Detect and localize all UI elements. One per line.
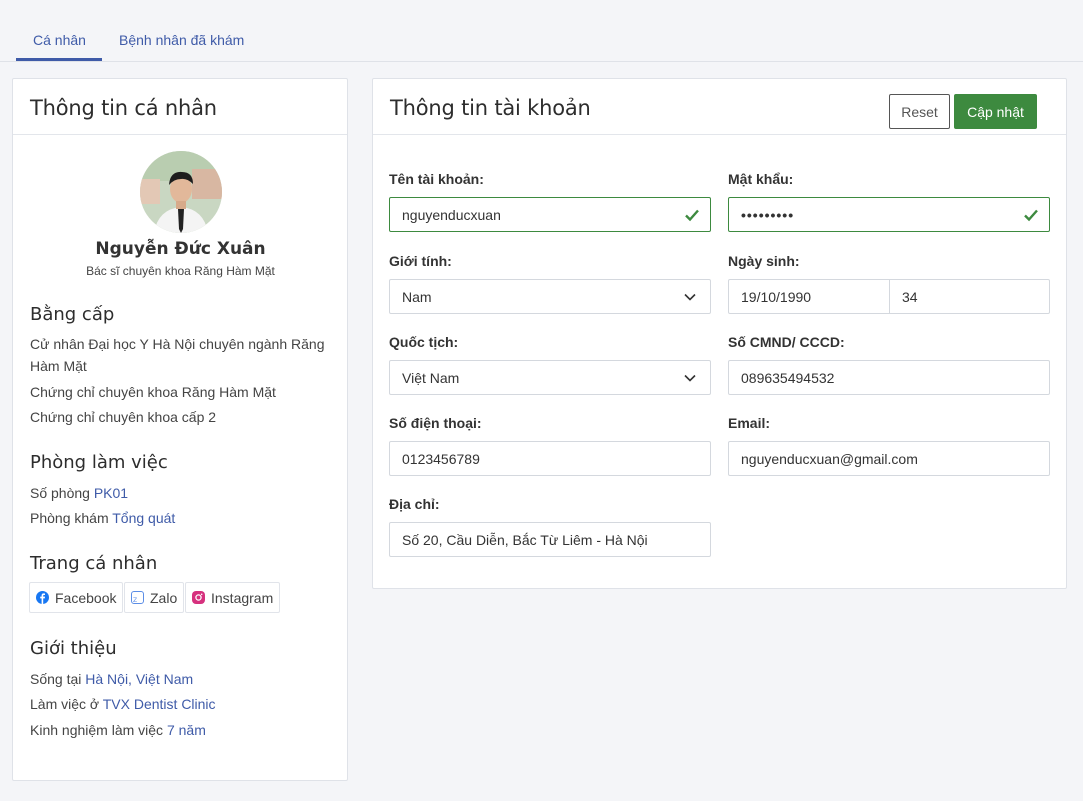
nationality-select[interactable]: Việt Nam (389, 360, 711, 395)
room-label: Số phòng (30, 485, 90, 501)
id-number-field[interactable]: 089635494532 (728, 360, 1050, 395)
profile-card-title: Thông tin cá nhân (30, 96, 217, 120)
profile-name: Nguyễn Đức Xuân (95, 239, 266, 259)
gender-select[interactable]: Nam (389, 279, 711, 314)
chevron-down-icon (684, 293, 696, 301)
nationality-value: Việt Nam (402, 369, 460, 386)
tab-bar: Cá nhân Bệnh nhân đã khám (0, 0, 1083, 62)
profile-role: Bác sĩ chuyên khoa Răng Hàm Mặt (86, 264, 275, 278)
experience-label: Kinh nghiệm làm việc (30, 722, 164, 738)
dob-value: 19/10/1990 (741, 288, 812, 305)
check-icon (1024, 209, 1038, 222)
address-label: Địa chỉ: (389, 496, 440, 512)
id-number-value: 089635494532 (741, 369, 835, 386)
reset-button[interactable]: Reset (889, 94, 950, 129)
email-value: nguyenducxuan@gmail.com (741, 450, 918, 467)
phone-value: 0123456789 (402, 450, 480, 467)
password-field[interactable]: ••••••••• (728, 197, 1050, 232)
gender-label: Giới tính: (389, 253, 452, 269)
address-value: Số 20, Cầu Diễn, Bắc Từ Liêm - Hà Nội (402, 531, 648, 548)
account-card: Thông tin tài khoản Reset Cập nhật Tên t… (372, 78, 1067, 589)
active-tab-indicator (16, 58, 102, 61)
instagram-label: Instagram (211, 589, 274, 606)
username-value: nguyenducxuan (402, 206, 501, 223)
dob-label: Ngày sinh: (728, 253, 800, 269)
account-card-title: Thông tin tài khoản (390, 96, 591, 120)
avatar (140, 151, 222, 233)
update-button[interactable]: Cập nhật (954, 94, 1037, 129)
dob-field[interactable]: 19/10/1990 (728, 279, 890, 314)
degree-item: Chứng chỉ chuyên khoa cấp 2 (30, 409, 217, 425)
email-label: Email: (728, 415, 771, 431)
live-line: Sống tại Hà Nội, Việt Nam (30, 668, 335, 690)
age-value: 34 (902, 288, 918, 305)
live-label: Sống tại (30, 671, 82, 687)
facebook-button[interactable]: Facebook (29, 582, 124, 613)
phone-field[interactable]: 0123456789 (389, 441, 711, 476)
degree-item: Chứng chỉ chuyên khoa Răng Hàm Mặt (30, 384, 276, 400)
account-card-header: Thông tin tài khoản Reset Cập nhật (373, 79, 1066, 135)
gender-value: Nam (402, 288, 432, 305)
nationality-label: Quốc tịch: (389, 334, 459, 350)
password-label: Mật khẩu: (728, 171, 794, 187)
zalo-button[interactable]: Z Zalo (124, 582, 185, 613)
tab-examined-patients[interactable]: Bệnh nhân đã khám (119, 32, 244, 48)
tab-personal[interactable]: Cá nhân (33, 32, 86, 48)
instagram-icon (192, 591, 205, 604)
svg-text:Z: Z (133, 597, 137, 604)
password-value: ••••••••• (741, 206, 795, 223)
degree-item: Cử nhân Đại học Y Hà Nội chuyên ngành Ră… (30, 336, 325, 374)
avatar-image (140, 151, 222, 233)
social-title: Trang cá nhân (30, 553, 158, 574)
clinic-value[interactable]: Tổng quát (112, 510, 175, 526)
workplace-title: Phòng làm việc (30, 452, 168, 473)
username-label: Tên tài khoản: (389, 171, 484, 187)
zalo-icon: Z (131, 591, 144, 604)
experience-value[interactable]: 7 năm (167, 722, 206, 738)
phone-label: Số điện thoại: (389, 415, 482, 431)
zalo-label: Zalo (150, 589, 178, 606)
instagram-button[interactable]: Instagram (185, 582, 281, 613)
age-field[interactable]: 34 (889, 279, 1050, 314)
intro-title: Giới thiệu (30, 638, 117, 659)
email-field[interactable]: nguyenducxuan@gmail.com (728, 441, 1050, 476)
work-value[interactable]: TVX Dentist Clinic (103, 696, 216, 712)
address-field[interactable]: Số 20, Cầu Diễn, Bắc Từ Liêm - Hà Nội (389, 522, 711, 557)
degrees-title: Bằng cấp (30, 304, 115, 325)
facebook-icon (36, 591, 49, 604)
username-field[interactable]: nguyenducxuan (389, 197, 711, 232)
check-icon (685, 209, 699, 222)
chevron-down-icon (684, 374, 696, 382)
profile-card: Thông tin cá nhân Nguyễn Đức Xuân Bác sĩ… (12, 78, 348, 781)
profile-card-header: Thông tin cá nhân (13, 79, 347, 135)
id-number-label: Số CMND/ CCCD: (728, 334, 845, 350)
room-value[interactable]: PK01 (94, 485, 128, 501)
clinic-label: Phòng khám (30, 510, 109, 526)
live-value[interactable]: Hà Nội, Việt Nam (85, 671, 193, 687)
work-label: Làm việc ở (30, 696, 100, 712)
clinic-line: Phòng khám Tổng quát (30, 507, 335, 529)
experience-line: Kinh nghiệm làm việc 7 năm (30, 719, 335, 741)
room-line: Số phòng PK01 (30, 482, 335, 504)
facebook-label: Facebook (55, 589, 117, 606)
work-line: Làm việc ở TVX Dentist Clinic (30, 693, 335, 715)
